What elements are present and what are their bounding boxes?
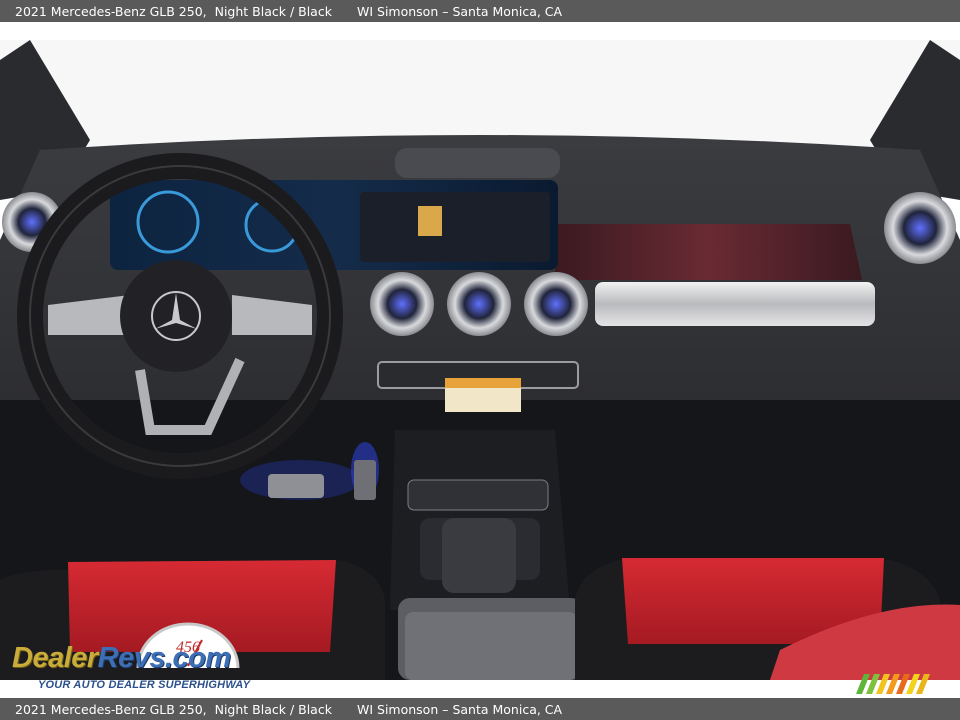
dealerrevs-watermark: 456 DealerRevs.com YOUR AUTO DEALER SUPE… [10, 622, 270, 694]
dealer-name-footer: WI Simonson – Santa Monica, CA [357, 701, 563, 717]
vehicle-title: 2021 Mercedes-Benz GLB 250, Night Black … [15, 3, 332, 19]
dealer-name: WI Simonson – Santa Monica, CA [357, 3, 563, 19]
brand-part-1: Dealer [12, 642, 98, 674]
watermark-brand: DealerRevs.com [12, 642, 231, 675]
top-caption-bar: 2021 Mercedes-Benz GLB 250, Night Black … [0, 0, 960, 22]
stripes-logo-icon [856, 674, 930, 694]
brand-part-3: .com [165, 642, 231, 674]
brand-part-2: Revs [97, 642, 166, 674]
interior-photo [0, 40, 960, 680]
bottom-caption-bar: 2021 Mercedes-Benz GLB 250, Night Black … [0, 698, 960, 720]
vehicle-title-footer: 2021 Mercedes-Benz GLB 250, Night Black … [15, 701, 332, 717]
watermark-tagline: YOUR AUTO DEALER SUPERHIGHWAY [38, 679, 251, 691]
